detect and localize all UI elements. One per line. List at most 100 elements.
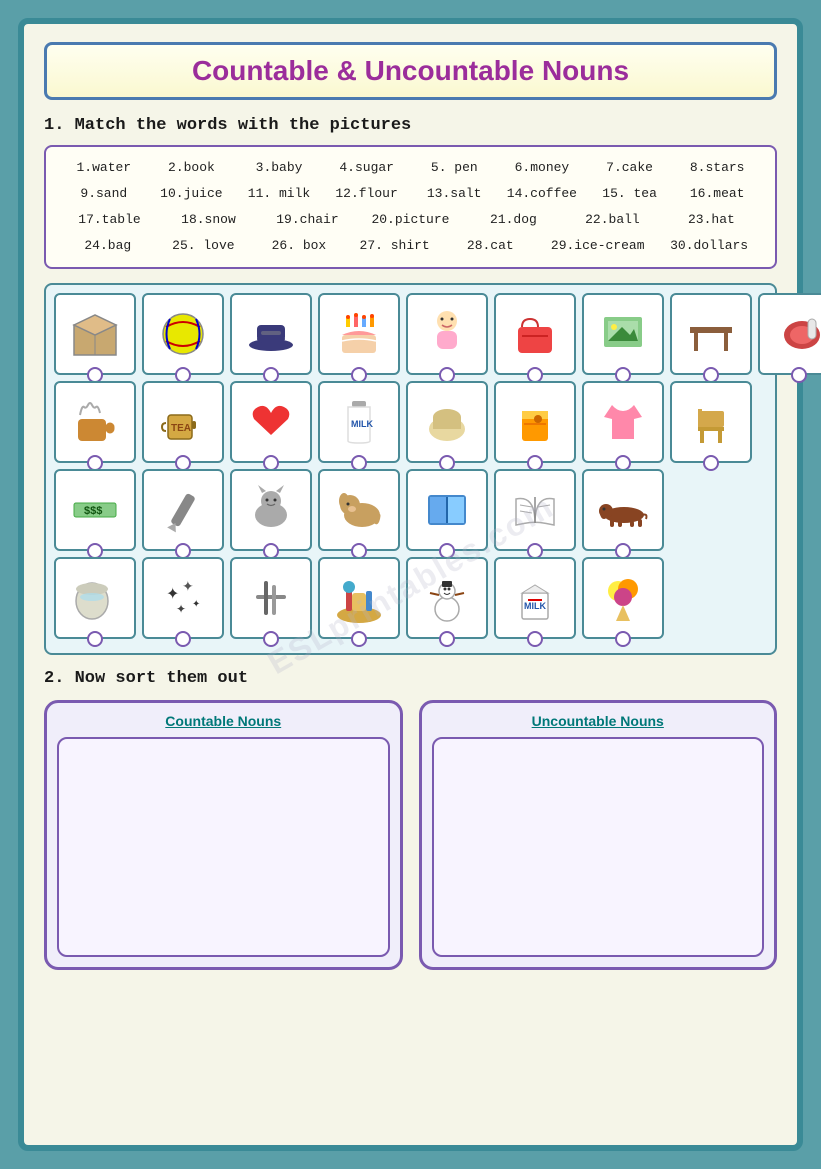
word-13: 13.salt <box>419 181 489 207</box>
circle-chair2 <box>703 455 719 471</box>
uncountable-inner[interactable] <box>432 737 765 957</box>
word-1: 1.water <box>69 155 139 181</box>
word-row-3: 17.table 18.snow 19.chair 20.picture 21.… <box>60 207 761 233</box>
page: Countable & Uncountable Nouns 1. Match t… <box>18 18 803 1151</box>
word-29: 29.ice-cream <box>551 233 645 259</box>
word-row-1: 1.water 2.book 3.baby 4.sugar 5. pen 6.m… <box>60 155 761 181</box>
countable-box: Countable Nouns <box>44 700 403 970</box>
image-cell-picture <box>582 293 664 375</box>
word-20: 20.picture <box>371 207 449 233</box>
image-cell-tools <box>230 557 312 639</box>
image-cell-love <box>230 381 312 463</box>
circle-stars <box>175 631 191 647</box>
circle-sand <box>351 631 367 647</box>
word-22: 22.ball <box>577 207 647 233</box>
image-cell-cake <box>318 293 400 375</box>
word-16: 16.meat <box>682 181 752 207</box>
svg-text:TEA: TEA <box>171 423 191 434</box>
word-17: 17.table <box>74 207 144 233</box>
image-cell-dog <box>318 469 400 551</box>
image-cell-tea: TEA <box>142 381 224 463</box>
word-8: 8.stars <box>682 155 752 181</box>
image-cell-milkcarton: MILK <box>494 557 576 639</box>
word-25: 25. love <box>168 233 238 259</box>
word-15: 15. tea <box>595 181 665 207</box>
image-cell-juice <box>494 381 576 463</box>
image-cell-meat <box>758 293 821 375</box>
word-19: 19.chair <box>272 207 342 233</box>
circle-water <box>87 631 103 647</box>
image-cell-openbook <box>494 469 576 551</box>
word-21: 21.dog <box>478 207 548 233</box>
image-cell-stars: ✦✦✦✦ <box>142 557 224 639</box>
word-12: 12.flour <box>332 181 402 207</box>
image-cell-shirt <box>582 381 664 463</box>
image-cell-ball <box>142 293 224 375</box>
image-cell-sand <box>318 557 400 639</box>
image-cell-cat <box>230 469 312 551</box>
svg-text:✦: ✦ <box>176 603 186 617</box>
page-title: Countable & Uncountable Nouns <box>192 55 629 86</box>
image-cell-money: $$$ <box>54 469 136 551</box>
image-cell-flour <box>406 381 488 463</box>
circle-milkcarton <box>527 631 543 647</box>
image-cell-bag <box>494 293 576 375</box>
word-6: 6.money <box>507 155 577 181</box>
word-10: 10.juice <box>156 181 226 207</box>
image-grid: TEA MILK <box>44 283 777 655</box>
word-18: 18.snow <box>173 207 243 233</box>
image-cell-hat <box>230 293 312 375</box>
svg-text:$$$: $$$ <box>84 505 102 517</box>
section2-title: 2. Now sort them out <box>44 669 777 688</box>
word-list-box: 1.water 2.book 3.baby 4.sugar 5. pen 6.m… <box>44 145 777 269</box>
circle-tools <box>263 631 279 647</box>
word-9: 9.sand <box>69 181 139 207</box>
countable-inner[interactable] <box>57 737 390 957</box>
image-row-3: $$$ <box>54 469 767 551</box>
image-cell-table <box>670 293 752 375</box>
word-2: 2.book <box>156 155 226 181</box>
word-28: 28.cat <box>455 233 525 259</box>
image-cell-milk: MILK <box>318 381 400 463</box>
word-row-2: 9.sand 10.juice 11. milk 12.flour 13.sal… <box>60 181 761 207</box>
uncountable-box: Uncountable Nouns <box>419 700 778 970</box>
svg-text:MILK: MILK <box>351 419 373 429</box>
word-7: 7.cake <box>595 155 665 181</box>
circle-snowman <box>439 631 455 647</box>
image-cell-box <box>54 293 136 375</box>
sort-container: Countable Nouns Uncountable Nouns <box>44 700 777 970</box>
image-cell-dachshund <box>582 469 664 551</box>
image-cell-coffee <box>54 381 136 463</box>
svg-text:✦: ✦ <box>182 580 194 596</box>
word-5: 5. pen <box>419 155 489 181</box>
image-row-4: ✦✦✦✦ MILK <box>54 557 767 639</box>
word-30: 30.dollars <box>670 233 748 259</box>
word-27: 27. shirt <box>360 233 430 259</box>
image-cell-book <box>406 469 488 551</box>
circle-icecream <box>615 631 631 647</box>
image-cell-chair <box>670 381 752 463</box>
image-cell-pen <box>142 469 224 551</box>
image-cell-icecream <box>582 557 664 639</box>
image-cell-water <box>54 557 136 639</box>
word-11: 11. milk <box>244 181 314 207</box>
svg-text:MILK: MILK <box>524 601 546 611</box>
image-row-2: TEA MILK <box>54 381 767 463</box>
image-cell-snowman <box>406 557 488 639</box>
image-row-1 <box>54 293 767 375</box>
svg-text:✦: ✦ <box>192 599 200 611</box>
word-4: 4.sugar <box>332 155 402 181</box>
word-14: 14.coffee <box>507 181 577 207</box>
word-26: 26. box <box>264 233 334 259</box>
countable-label: Countable Nouns <box>57 713 390 729</box>
uncountable-label: Uncountable Nouns <box>432 713 765 729</box>
circle-meat <box>791 367 807 383</box>
word-3: 3.baby <box>244 155 314 181</box>
section1-title: 1. Match the words with the pictures <box>44 116 777 135</box>
svg-text:✦: ✦ <box>166 586 179 604</box>
title-box: Countable & Uncountable Nouns <box>44 42 777 100</box>
word-23: 23.hat <box>676 207 746 233</box>
word-24: 24.bag <box>73 233 143 259</box>
word-row-4: 24.bag 25. love 26. box 27. shirt 28.cat… <box>60 233 761 259</box>
image-cell-baby <box>406 293 488 375</box>
